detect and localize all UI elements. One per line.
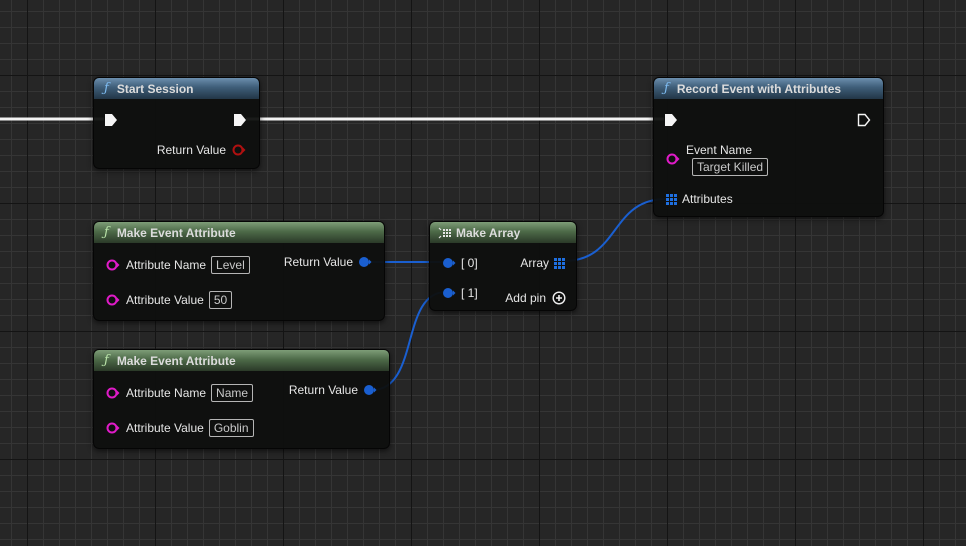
array-pin-icon[interactable]	[666, 193, 677, 205]
attributes-row: Attributes	[666, 192, 733, 206]
node-header[interactable]: ƒ Make Event Attribute	[94, 350, 389, 371]
node-start-session[interactable]: ƒ Start Session Return Value	[93, 77, 260, 169]
array-element-1-pin[interactable]	[442, 287, 456, 299]
return-value-label: Return Value	[288, 383, 358, 397]
node-header[interactable]: ƒ Start Session	[94, 78, 259, 99]
exec-out-pin[interactable]	[857, 113, 871, 127]
attribute-name-pin[interactable]	[106, 387, 120, 399]
node-title: Record Event with Attributes	[676, 81, 842, 96]
add-pin-button[interactable]: Add pin	[505, 291, 566, 305]
event-name-pin[interactable]	[666, 153, 680, 165]
event-name-label: Event Name	[686, 143, 753, 157]
attribute-value-pin[interactable]	[106, 422, 120, 434]
attribute-name-pin[interactable]	[106, 259, 120, 271]
array-element-1-row: [ 1]	[442, 286, 478, 300]
array-output-label: Array	[520, 256, 549, 270]
function-icon: ƒ	[104, 225, 109, 240]
node-header[interactable]: Make Array	[430, 222, 576, 243]
attribute-value-row: Attribute Value Goblin	[106, 419, 254, 437]
function-icon: ƒ	[664, 81, 669, 96]
attribute-name-label: Attribute Name	[126, 386, 207, 400]
array-element-1-label: [ 1]	[461, 286, 478, 300]
return-value-row: Return Value	[284, 255, 372, 269]
node-header[interactable]: ƒ Make Event Attribute	[94, 222, 384, 243]
attribute-name-row: Attribute Name Name	[106, 384, 254, 402]
node-record-event-with-attributes[interactable]: ƒ Record Event with Attributes Event Nam…	[653, 77, 884, 217]
attribute-name-row: Attribute Name Level	[106, 256, 250, 274]
return-value-label: Return Value	[283, 255, 353, 269]
return-value-row: Return Value	[289, 383, 377, 397]
attribute-value-row: Attribute Value 50	[106, 291, 233, 309]
event-name-input[interactable]: Target Killed	[692, 158, 769, 176]
add-pin-label: Add pin	[505, 291, 546, 305]
plus-circle-icon[interactable]	[552, 291, 566, 305]
node-make-event-attribute-2[interactable]: ƒ Make Event Attribute Attribute Name Na…	[93, 349, 390, 449]
return-value-pin[interactable]	[232, 144, 246, 156]
node-title: Make Event Attribute	[116, 353, 236, 368]
exec-in-pin[interactable]	[104, 113, 118, 127]
array-element-0-pin[interactable]	[442, 257, 456, 269]
node-title: Make Array	[456, 225, 521, 240]
attribute-value-pin[interactable]	[106, 294, 120, 306]
attribute-value-input[interactable]: 50	[208, 291, 233, 309]
node-make-event-attribute-1[interactable]: ƒ Make Event Attribute Attribute Name Le…	[93, 221, 385, 321]
attribute-name-label: Attribute Name	[126, 258, 207, 272]
array-element-0-row: [ 0]	[442, 256, 478, 270]
attribute-value-label: Attribute Value	[126, 293, 204, 307]
function-icon: ƒ	[104, 81, 109, 96]
array-element-0-label: [ 0]	[461, 256, 478, 270]
struct-wire-array-to-attributes[interactable]	[563, 198, 667, 262]
node-make-array[interactable]: Make Array [ 0] [ 1] Array Add pin	[429, 221, 577, 311]
return-value-row: Return Value	[157, 143, 246, 157]
return-value-pin[interactable]	[358, 256, 372, 268]
attribute-value-input[interactable]: Goblin	[208, 419, 254, 437]
make-array-icon	[438, 227, 451, 238]
node-title: Start Session	[116, 81, 194, 96]
exec-out-pin[interactable]	[233, 113, 247, 127]
attribute-name-input[interactable]: Name	[211, 384, 254, 402]
array-output-pin[interactable]	[554, 257, 565, 269]
array-output-row: Array	[520, 256, 565, 270]
function-icon: ƒ	[104, 353, 109, 368]
node-title: Make Event Attribute	[116, 225, 236, 240]
return-value-pin[interactable]	[363, 384, 377, 396]
attribute-name-input[interactable]: Level	[211, 256, 250, 274]
exec-in-pin[interactable]	[664, 113, 678, 127]
node-header[interactable]: ƒ Record Event with Attributes	[654, 78, 883, 99]
attributes-label: Attributes	[682, 192, 733, 206]
return-value-label: Return Value	[156, 143, 226, 157]
attribute-value-label: Attribute Value	[126, 421, 204, 435]
